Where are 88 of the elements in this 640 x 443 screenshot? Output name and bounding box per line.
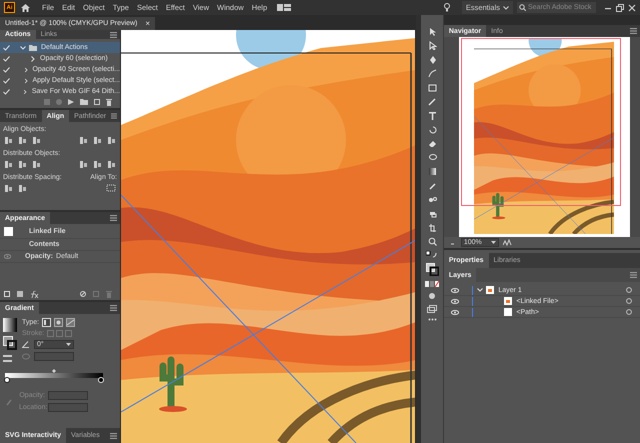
caret-icon[interactable] [24, 66, 28, 72]
curvature-pen-icon[interactable] [428, 69, 436, 78]
more-tools-icon[interactable] [428, 318, 436, 321]
swap-colors-icon[interactable] [426, 251, 438, 258]
fill-swatch-icon [4, 226, 13, 236]
align-icon[interactable] [79, 136, 88, 145]
color-mode-icon[interactable] [425, 281, 439, 287]
distribute-spacing-icon[interactable] [4, 184, 13, 193]
panel-menu-icon[interactable] [110, 305, 117, 311]
panel-menu-icon[interactable] [110, 32, 117, 38]
direct-selection-arrow-icon[interactable] [428, 41, 436, 50]
checkmark-icon[interactable] [3, 44, 10, 50]
panel-menu-icon[interactable] [630, 272, 637, 278]
linear-gradient-icon[interactable] [42, 318, 52, 327]
caret-icon[interactable] [30, 56, 36, 62]
restore-icon[interactable] [616, 4, 624, 12]
blend-icon[interactable] [428, 195, 436, 204]
align-icon[interactable] [32, 136, 41, 145]
opacity-field[interactable] [48, 391, 88, 400]
caret-icon[interactable] [24, 78, 28, 84]
distribute-spacing-icon[interactable] [18, 184, 27, 193]
reverse-gradient-icon[interactable] [3, 354, 12, 363]
navigator-preview[interactable] [444, 37, 640, 237]
align-icon[interactable] [4, 136, 13, 145]
play-icon[interactable] [68, 99, 74, 105]
location-field[interactable] [48, 403, 88, 412]
checkmark-icon[interactable] [3, 88, 10, 94]
gradient-slider-drawing[interactable] [4, 369, 104, 383]
caret-icon[interactable] [20, 44, 26, 50]
distribute-icon[interactable] [18, 160, 27, 169]
aspect-ratio-icon [22, 353, 30, 360]
effects-icon[interactable] [30, 291, 39, 298]
fill-stroke-icon[interactable] [426, 263, 438, 276]
chevron-down-icon [503, 6, 509, 10]
caret-icon[interactable] [23, 88, 28, 94]
search-icon [519, 4, 526, 11]
align-to-selection-icon[interactable] [106, 184, 116, 192]
caret-icon[interactable] [477, 287, 484, 293]
rectangle-icon[interactable] [428, 83, 436, 92]
layer-thumbnail-icon [486, 286, 494, 294]
panel-menu-icon[interactable] [110, 215, 117, 221]
folder-icon [29, 44, 37, 50]
angle-icon [22, 341, 30, 348]
zoom-icon[interactable] [428, 237, 436, 246]
gradient-icon[interactable] [428, 167, 436, 176]
type-tool-icon[interactable] [428, 111, 436, 120]
brush-icon[interactable] [428, 97, 436, 106]
align-icon[interactable] [93, 136, 102, 145]
distribute-icon[interactable] [79, 160, 88, 169]
chevron-down-icon [490, 241, 496, 244]
home-icon[interactable] [21, 4, 30, 12]
distribute-icon[interactable] [93, 160, 102, 169]
square-icon[interactable] [4, 291, 10, 297]
panel-menu-icon[interactable] [630, 28, 637, 34]
workspace-layout-icon[interactable] [277, 4, 292, 11]
radial-gradient-icon[interactable] [54, 318, 64, 327]
selection-arrow-icon[interactable] [428, 27, 436, 36]
chevron-down-icon [66, 343, 71, 346]
pen-icon[interactable] [428, 55, 436, 64]
view-area-frame[interactable] [460, 38, 621, 206]
eraser-icon[interactable] [428, 139, 436, 148]
distribute-icon[interactable] [32, 160, 41, 169]
checkmark-icon[interactable] [3, 78, 10, 84]
screen-mode-icon[interactable] [427, 305, 437, 313]
fill-stroke-icon[interactable] [3, 336, 17, 350]
checkmark-icon[interactable] [3, 66, 10, 72]
checkmark-icon[interactable] [3, 56, 10, 62]
distribute-icon[interactable] [4, 160, 13, 169]
eyedropper-icon[interactable] [428, 181, 436, 190]
artboard-icon[interactable] [428, 223, 436, 232]
lightbulb-icon[interactable] [444, 3, 450, 12]
eyedropper-icon [6, 397, 13, 406]
panel-menu-icon[interactable] [111, 113, 117, 119]
stroke-options-icon [47, 330, 74, 337]
freeform-gradient-icon[interactable] [66, 318, 76, 327]
trash-icon[interactable] [106, 99, 112, 106]
close-icon[interactable] [628, 4, 636, 12]
folder-icon[interactable] [80, 99, 88, 105]
new-item-icon[interactable] [94, 99, 100, 105]
distribute-icon[interactable] [107, 160, 116, 169]
panel-menu-icon[interactable] [110, 432, 117, 438]
align-icon[interactable] [107, 136, 116, 145]
align-icon[interactable] [18, 136, 27, 145]
aspect-ratio-field[interactable] [34, 352, 74, 361]
gradient-swatch-icon[interactable] [3, 318, 17, 332]
close-tab-button[interactable]: × [145, 19, 150, 28]
rotate-icon[interactable] [428, 125, 436, 134]
clear-icon[interactable] [80, 291, 86, 297]
